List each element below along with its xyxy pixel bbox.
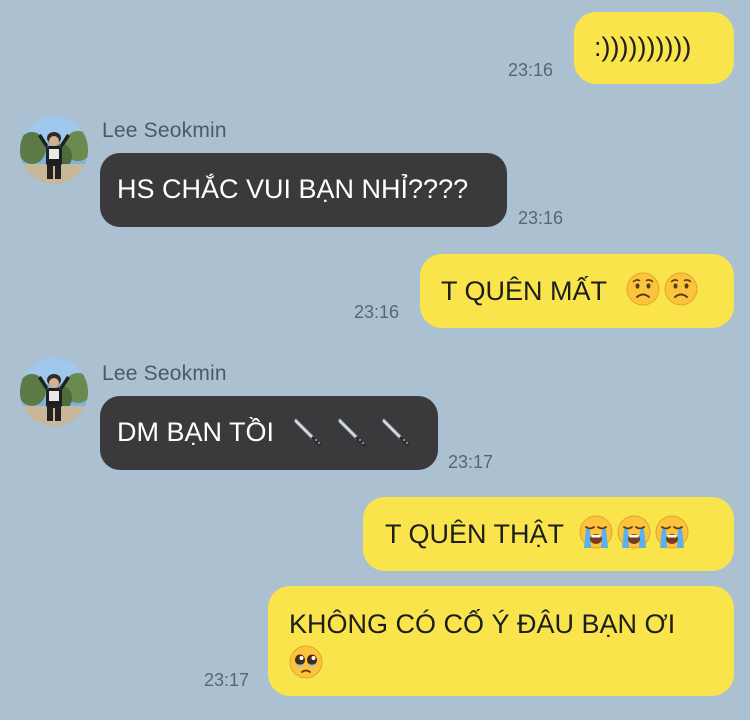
worried-face-icon [664,272,698,306]
avatar-photo [20,116,88,184]
pleading-face-icon [289,645,323,679]
outgoing-message[interactable]: T QUÊN MẤT [420,254,734,328]
avatar[interactable] [20,358,88,426]
message-time: 23:16 [508,60,554,80]
outgoing-message[interactable]: :)))))))))) [574,12,734,84]
message-text: T QUÊN MẤT [441,276,607,306]
message-text: DM BẠN TỒI [117,417,275,447]
avatar[interactable] [20,116,88,184]
loudly-crying-face-icon [617,515,651,549]
message-time: 23:16 [354,302,400,322]
sender-name: Lee Seokmin [102,119,227,142]
chat-thread: :)))))))))) 23:16 Lee Seokmin HS CHẮC VU… [0,0,750,720]
sender-name: Lee Seokmin [102,362,227,385]
kitchen-knife-icon [292,413,326,447]
message-time: 23:17 [204,670,250,690]
avatar-photo [20,358,88,426]
message-text: T QUÊN THẬT [385,519,564,549]
incoming-message[interactable]: DM BẠN TỒI [100,396,438,470]
message-text: KHÔNG CÓ CỐ Ý ĐÂU BẠN ƠI [289,609,676,639]
message-text: HS CHẮC VUI BẠN NHỈ???? [117,174,469,204]
kitchen-knife-icon [380,413,414,447]
incoming-message[interactable]: HS CHẮC VUI BẠN NHỈ???? [100,153,507,227]
message-time: 23:17 [448,452,494,472]
outgoing-message[interactable]: T QUÊN THẬT [363,497,734,571]
message-time: 23:16 [518,208,564,228]
outgoing-message[interactable]: KHÔNG CÓ CỐ Ý ĐÂU BẠN ƠI [268,586,734,696]
message-text: :)))))))))) [594,32,692,62]
loudly-crying-face-icon [579,515,613,549]
loudly-crying-face-icon [655,515,689,549]
kitchen-knife-icon [336,413,370,447]
worried-face-icon [626,272,660,306]
